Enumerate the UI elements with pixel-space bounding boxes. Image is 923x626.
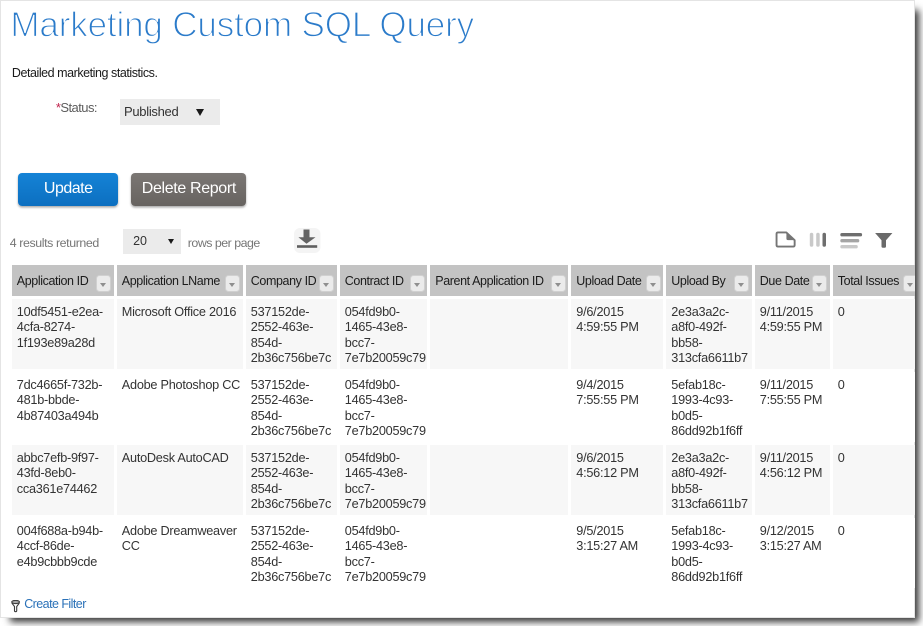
svg-text:Marketing Custom SQL Query: Marketing Custom SQL Query	[10, 5, 474, 44]
